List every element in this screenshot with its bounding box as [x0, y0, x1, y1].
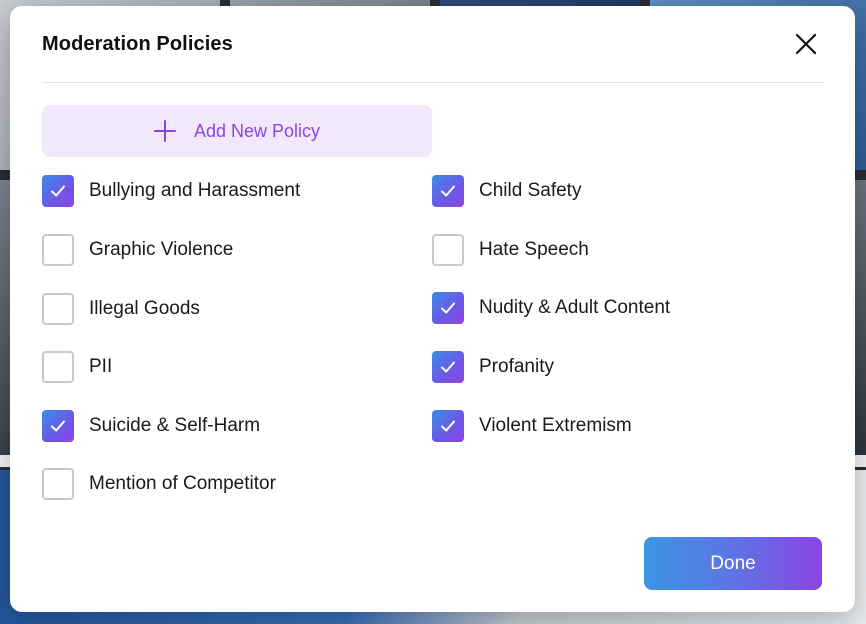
policy-checkbox[interactable]: [42, 410, 74, 442]
policy-option-violent-extremism[interactable]: Violent Extremism: [432, 410, 632, 442]
moderation-policies-dialog: Moderation Policies Add New Policy Bully…: [10, 6, 855, 612]
close-button[interactable]: [794, 32, 818, 56]
policy-checkbox[interactable]: [432, 175, 464, 207]
policy-option-illegal-goods[interactable]: Illegal Goods: [42, 293, 200, 325]
checkmark-icon: [441, 302, 455, 314]
policy-option-nudity-adult-content[interactable]: Nudity & Adult Content: [432, 292, 670, 324]
policy-checkbox[interactable]: [42, 175, 74, 207]
policy-option-pii[interactable]: PII: [42, 351, 112, 383]
policy-label: Graphic Violence: [89, 239, 234, 260]
policy-checkbox[interactable]: [42, 468, 74, 500]
plus-icon: [153, 120, 176, 142]
policy-label: Illegal Goods: [89, 298, 200, 319]
policy-label: PII: [89, 356, 113, 377]
policy-checkbox[interactable]: [42, 293, 74, 325]
policy-option-suicide-self-harm[interactable]: Suicide & Self-Harm: [42, 410, 260, 442]
policy-label: Violent Extremism: [479, 415, 632, 436]
policy-option-mention-of-competitor[interactable]: Mention of Competitor: [42, 468, 276, 500]
policy-checkbox[interactable]: [432, 351, 464, 383]
policy-label: Hate Speech: [479, 239, 589, 260]
done-button[interactable]: Done: [644, 537, 822, 590]
policy-label: Child Safety: [479, 180, 582, 201]
policy-checkbox[interactable]: [432, 292, 464, 324]
policy-option-bullying-and-harassment[interactable]: Bullying and Harassment: [42, 175, 300, 207]
close-icon: [795, 33, 817, 55]
add-new-policy-button[interactable]: Add New Policy: [42, 105, 432, 157]
policy-label: Mention of Competitor: [89, 473, 276, 494]
policy-checkbox[interactable]: [42, 351, 74, 383]
policy-label: Nudity & Adult Content: [479, 297, 671, 318]
policy-label: Bullying and Harassment: [89, 180, 301, 201]
checkmark-icon: [441, 361, 455, 373]
add-new-policy-label: Add New Policy: [193, 120, 321, 141]
policy-option-hate-speech[interactable]: Hate Speech: [432, 234, 589, 266]
policy-label: Profanity: [479, 356, 554, 377]
dialog-title: Moderation Policies: [42, 33, 233, 55]
checkmark-icon: [51, 185, 65, 197]
policy-option-graphic-violence[interactable]: Graphic Violence: [42, 234, 233, 266]
checkmark-icon: [441, 185, 455, 197]
policy-checkbox[interactable]: [42, 234, 74, 266]
header-divider: [42, 82, 823, 83]
policy-checkbox[interactable]: [432, 410, 464, 442]
policy-label: Suicide & Self-Harm: [89, 415, 261, 436]
checkmark-icon: [51, 420, 65, 432]
policy-option-child-safety[interactable]: Child Safety: [432, 175, 581, 207]
policy-option-profanity[interactable]: Profanity: [432, 351, 554, 383]
policy-checkbox[interactable]: [432, 234, 464, 266]
checkmark-icon: [441, 420, 455, 432]
